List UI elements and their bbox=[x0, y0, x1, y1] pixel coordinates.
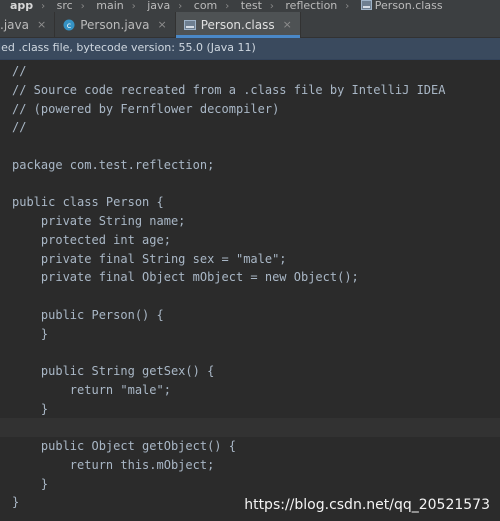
breadcrumb-item-main[interactable]: main bbox=[90, 0, 129, 11]
breadcrumb-item-test[interactable]: test bbox=[235, 0, 268, 11]
java-class-icon: c bbox=[63, 19, 75, 30]
code-editor[interactable]: // // Source code recreated from a .class… bbox=[0, 60, 500, 521]
tab-person-class[interactable]: Person.class × bbox=[175, 12, 301, 38]
class-file-icon bbox=[360, 0, 372, 10]
code-line: // bbox=[12, 64, 27, 78]
breadcrumb-separator: › bbox=[345, 1, 350, 12]
tab-label: Person.java bbox=[80, 17, 150, 32]
code-line: package com.test.reflection; bbox=[12, 157, 215, 172]
breadcrumb-separator: › bbox=[80, 1, 85, 12]
breadcrumb-item-app[interactable]: app bbox=[0, 0, 39, 11]
breadcrumb-separator: › bbox=[225, 1, 230, 12]
close-icon[interactable]: × bbox=[157, 18, 166, 31]
code-line: private final String sex = "male"; bbox=[12, 251, 287, 266]
code-line: // Source code recreated from a .class f… bbox=[12, 82, 446, 97]
code-line: // (powered by Fernflower decompiler) bbox=[12, 101, 280, 116]
close-icon[interactable]: × bbox=[283, 18, 292, 31]
banner-text: piled .class file, bytecode version: 55.… bbox=[0, 41, 256, 54]
ide-window: app › src › main › java › com › test › reflect… bbox=[0, 0, 500, 521]
code-line: public Person() { bbox=[12, 307, 164, 322]
code-line: public class Person { bbox=[12, 195, 164, 210]
breadcrumb: app › src › main › java › com › test › reflect… bbox=[0, 0, 500, 12]
code-line: public String getSex() { bbox=[12, 364, 215, 378]
tab-label: .java bbox=[0, 17, 29, 32]
code-line: } bbox=[12, 326, 49, 341]
code-line: } bbox=[12, 495, 20, 510]
code-line: } bbox=[12, 476, 49, 491]
editor-tabs: .java × c Person.java × Person.class × bbox=[0, 12, 500, 38]
code-line: } bbox=[12, 401, 49, 416]
breadcrumb-item-src[interactable]: src bbox=[51, 0, 79, 11]
code-line: return this.mObject; bbox=[12, 457, 215, 472]
breadcrumb-separator: › bbox=[131, 1, 136, 12]
breadcrumb-item-label: Person.class bbox=[374, 0, 443, 12]
breadcrumb-item-java[interactable]: java bbox=[141, 0, 176, 11]
tab-java-file[interactable]: .java × bbox=[0, 12, 56, 37]
code-line: public Object getObject() { bbox=[12, 439, 236, 453]
breadcrumb-item-com[interactable]: com bbox=[188, 0, 224, 11]
breadcrumb-item-person-class[interactable]: Person.class bbox=[355, 0, 449, 11]
svg-text:c: c bbox=[67, 20, 71, 29]
watermark-url: https://blog.csdn.net/qq_20521573 bbox=[244, 497, 490, 513]
tab-label: Person.class bbox=[200, 17, 275, 32]
breadcrumb-item-reflection[interactable]: reflection bbox=[279, 0, 343, 11]
class-file-icon bbox=[183, 19, 196, 30]
current-line-highlight bbox=[0, 418, 500, 438]
code-line: private String name; bbox=[12, 214, 186, 228]
breadcrumb-separator: › bbox=[178, 1, 183, 12]
code-line: // bbox=[12, 120, 27, 135]
breadcrumb-separator: › bbox=[269, 1, 274, 12]
breadcrumb-separator: › bbox=[41, 1, 46, 12]
code-line: private final Object mObject = new Objec… bbox=[12, 270, 359, 285]
code-line: protected int age; bbox=[12, 232, 171, 247]
close-icon[interactable]: × bbox=[37, 18, 46, 31]
code-line: return "male"; bbox=[12, 382, 171, 397]
tab-person-java[interactable]: c Person.java × bbox=[55, 12, 176, 37]
decompiled-notice-banner: piled .class file, bytecode version: 55.… bbox=[0, 38, 500, 60]
